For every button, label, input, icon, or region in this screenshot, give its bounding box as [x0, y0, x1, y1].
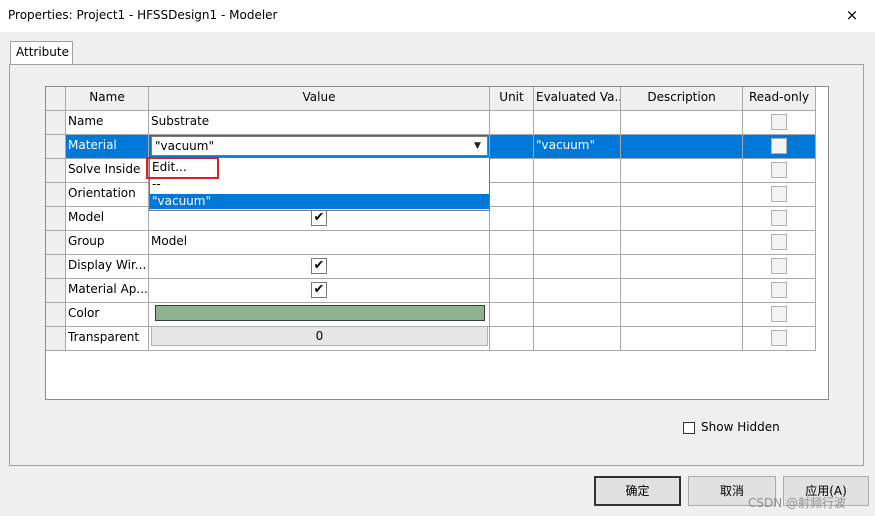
- property-value[interactable]: Substrate: [149, 111, 490, 135]
- column-header-read-only[interactable]: Read-only: [743, 87, 816, 111]
- property-unit: [490, 327, 534, 351]
- row-header[interactable]: [46, 183, 66, 207]
- property-description: [621, 159, 743, 183]
- property-name: Display Wir...: [66, 255, 149, 279]
- read-only-checkbox[interactable]: [771, 186, 787, 202]
- property-description: [621, 279, 743, 303]
- column-header-value[interactable]: Value: [149, 87, 490, 111]
- watermark: CSDN @射频行波: [748, 496, 847, 510]
- property-name: Solve Inside: [66, 159, 149, 183]
- read-only-checkbox[interactable]: [771, 114, 787, 130]
- property-name: Name: [66, 111, 149, 135]
- property-name: Group: [66, 231, 149, 255]
- property-unit: [490, 231, 534, 255]
- property-name: Transparent: [66, 327, 149, 351]
- property-description: [621, 255, 743, 279]
- read-only-checkbox[interactable]: [771, 282, 787, 298]
- property-unit: [490, 303, 534, 327]
- show-hidden-checkbox[interactable]: [683, 422, 695, 434]
- display-wireframe-checkbox[interactable]: ✔: [311, 258, 327, 274]
- close-icon[interactable]: ×: [829, 0, 875, 32]
- property-unit: [490, 111, 534, 135]
- property-description: [621, 135, 743, 159]
- row-header[interactable]: [46, 231, 66, 255]
- property-unit: [490, 183, 534, 207]
- property-evaluated: [534, 111, 621, 135]
- show-hidden-label: Show Hidden: [701, 420, 780, 434]
- property-name: Model: [66, 207, 149, 231]
- read-only-checkbox[interactable]: [771, 162, 787, 178]
- row-header[interactable]: [46, 135, 66, 159]
- row-header[interactable]: [46, 303, 66, 327]
- row-header[interactable]: [46, 279, 66, 303]
- ok-button[interactable]: 确定: [594, 476, 681, 506]
- property-evaluated: [534, 159, 621, 183]
- material-combobox-value: "vacuum": [155, 139, 214, 153]
- property-evaluated: [534, 207, 621, 231]
- row-header[interactable]: [46, 111, 66, 135]
- material-appearance-checkbox[interactable]: ✔: [311, 282, 327, 298]
- property-name: Material: [66, 135, 149, 159]
- read-only-checkbox[interactable]: [771, 138, 787, 154]
- column-header-unit[interactable]: Unit: [490, 87, 534, 111]
- row-header[interactable]: [46, 159, 66, 183]
- property-unit: [490, 207, 534, 231]
- property-evaluated: [534, 279, 621, 303]
- property-value[interactable]: Model: [149, 231, 490, 255]
- column-header-description[interactable]: Description: [621, 87, 743, 111]
- material-combobox[interactable]: "vacuum" ▼: [151, 136, 488, 156]
- row-header[interactable]: [46, 255, 66, 279]
- highlight-box: [146, 157, 219, 179]
- column-header-name[interactable]: Name: [66, 87, 149, 111]
- corner-header: [46, 87, 66, 111]
- property-evaluated: [534, 303, 621, 327]
- title-bar: Properties: Project1 - HFSSDesign1 - Mod…: [0, 0, 875, 32]
- row-header[interactable]: [46, 207, 66, 231]
- property-unit: [490, 279, 534, 303]
- property-description: [621, 231, 743, 255]
- color-swatch[interactable]: [155, 305, 485, 321]
- property-description: [621, 303, 743, 327]
- read-only-checkbox[interactable]: [771, 330, 787, 346]
- column-header-evaluated-value[interactable]: Evaluated Va...: [534, 87, 621, 111]
- property-name: Color: [66, 303, 149, 327]
- chevron-down-icon[interactable]: ▼: [470, 139, 485, 153]
- property-description: [621, 207, 743, 231]
- window-title: Properties: Project1 - HFSSDesign1 - Mod…: [8, 8, 278, 22]
- transparency-value-button[interactable]: 0: [151, 326, 488, 346]
- read-only-checkbox[interactable]: [771, 234, 787, 250]
- property-evaluated: [534, 231, 621, 255]
- property-evaluated: [534, 255, 621, 279]
- read-only-checkbox[interactable]: [771, 210, 787, 226]
- row-header[interactable]: [46, 327, 66, 351]
- property-name: Orientation: [66, 183, 149, 207]
- property-description: [621, 327, 743, 351]
- property-evaluated: [534, 327, 621, 351]
- dropdown-option-separator[interactable]: --: [150, 177, 489, 192]
- property-description: [621, 183, 743, 207]
- model-checkbox[interactable]: ✔: [311, 210, 327, 226]
- property-unit: [490, 255, 534, 279]
- tab-attribute[interactable]: Attribute: [10, 41, 73, 65]
- dropdown-option-vacuum[interactable]: "vacuum": [150, 194, 489, 209]
- read-only-checkbox[interactable]: [771, 306, 787, 322]
- property-unit: [490, 159, 534, 183]
- property-description: [621, 111, 743, 135]
- property-name: Material Ap...: [66, 279, 149, 303]
- read-only-checkbox[interactable]: [771, 258, 787, 274]
- property-unit: [490, 135, 534, 159]
- property-evaluated: [534, 183, 621, 207]
- property-evaluated: "vacuum": [534, 135, 621, 159]
